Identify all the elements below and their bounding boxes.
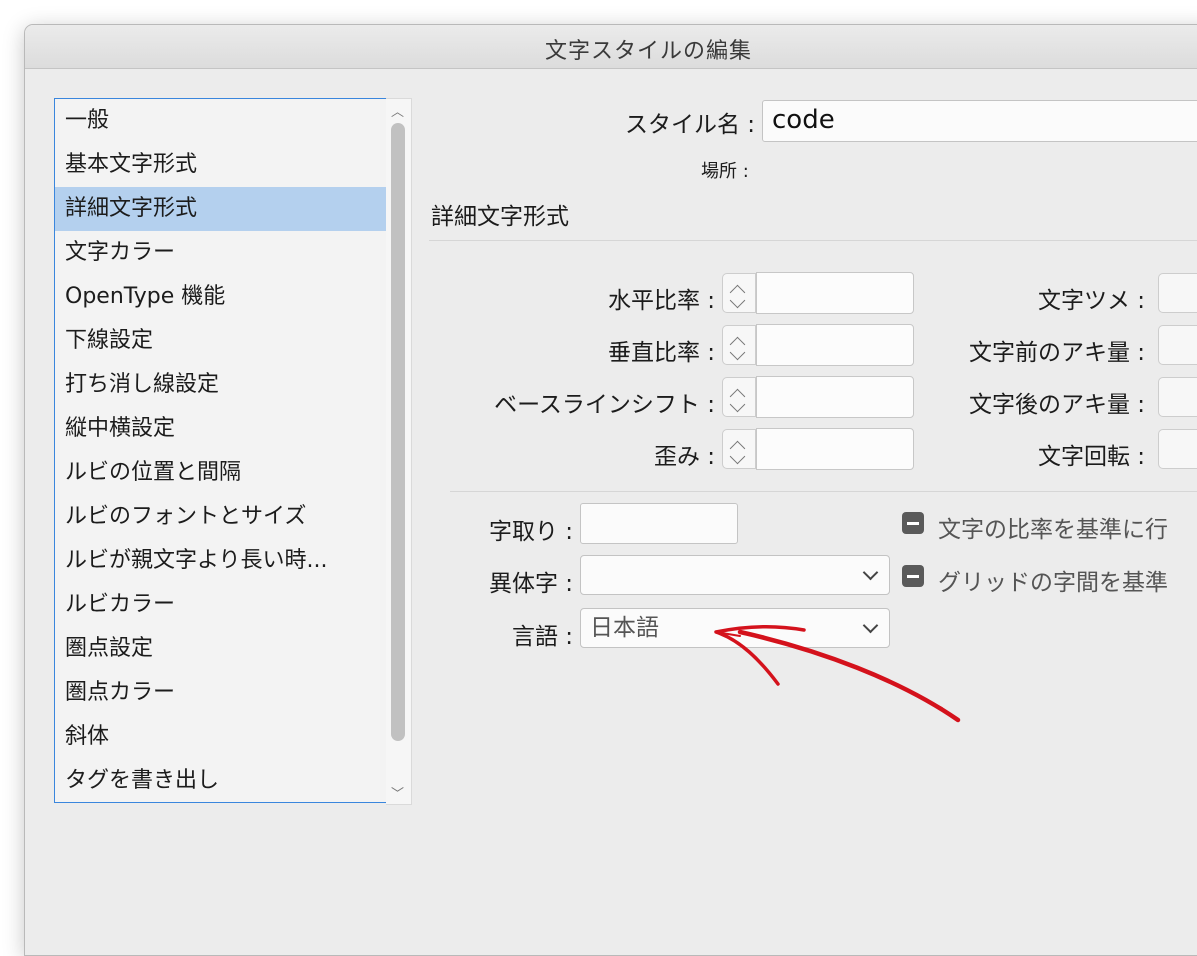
annotation-arrow [714, 624, 961, 723]
